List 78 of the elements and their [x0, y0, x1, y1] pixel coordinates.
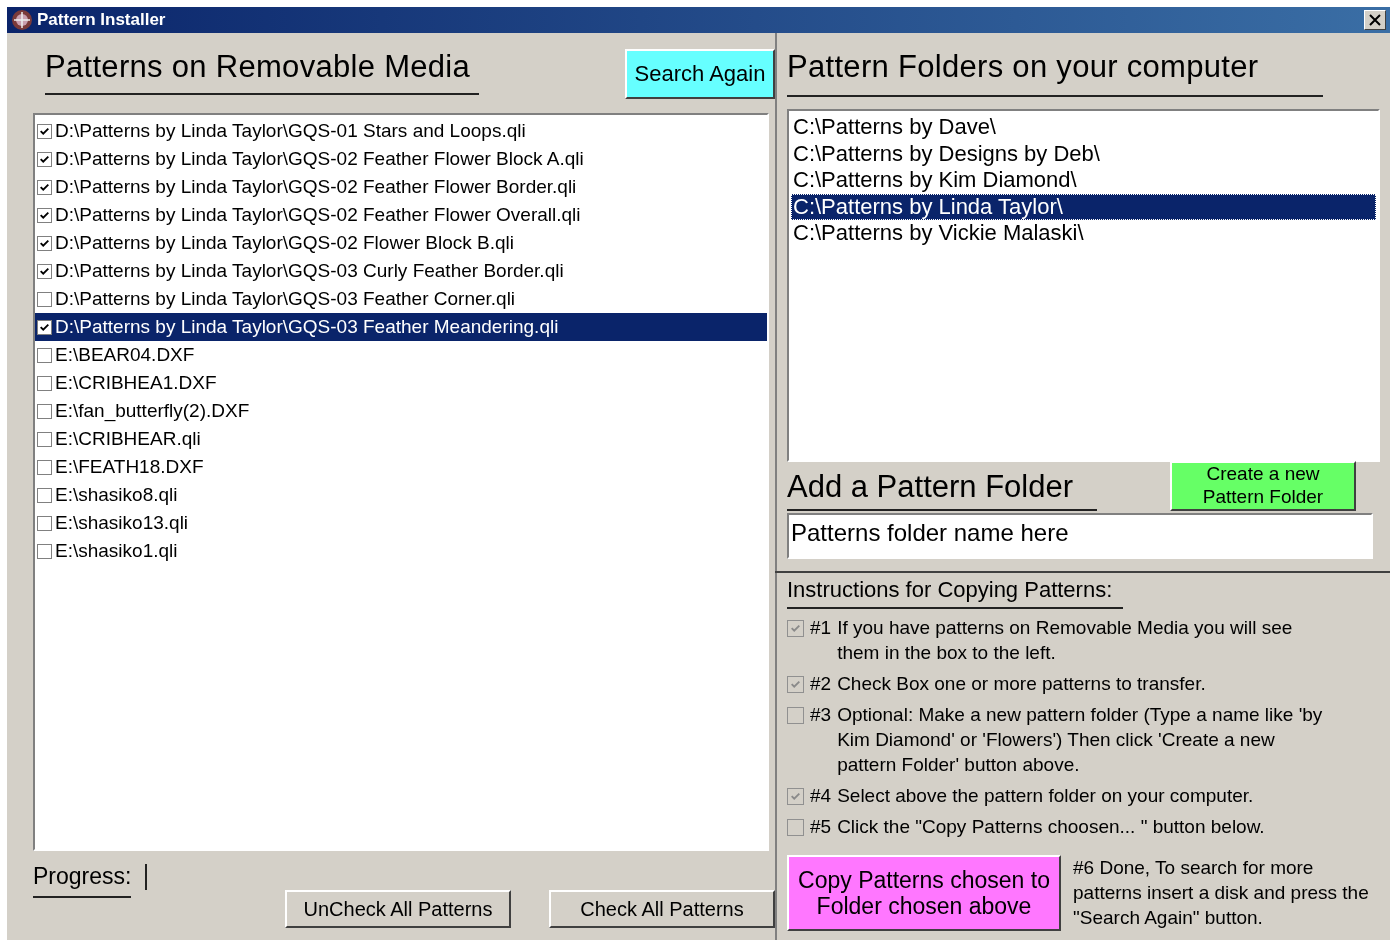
close-icon — [1369, 14, 1381, 26]
progress-label: Progress: — [33, 863, 131, 898]
pattern-file-item[interactable]: D:\Patterns by Linda Taylor\GQS-02 Feather Flower Overall.qli — [35, 201, 767, 229]
checkbox[interactable] — [37, 347, 52, 363]
checkbox[interactable] — [787, 788, 804, 805]
checkbox[interactable] — [37, 487, 52, 503]
checkbox[interactable] — [787, 707, 804, 724]
checkbox[interactable] — [37, 151, 52, 167]
check-icon — [790, 791, 801, 802]
step-number: #3 — [810, 703, 832, 727]
folder-item[interactable]: C:\Patterns by Kim Diamond\ — [791, 167, 1376, 194]
checkbox[interactable] — [37, 459, 52, 475]
section-heading: Patterns on Removable Media — [45, 49, 479, 95]
create-folder-button[interactable]: Create a new Pattern Folder — [1170, 461, 1356, 511]
action-button[interactable]: UnCheck All Patterns — [285, 890, 511, 928]
checkbox[interactable] — [37, 403, 52, 419]
app-icon — [11, 9, 33, 31]
pattern-file-item[interactable]: D:\Patterns by Linda Taylor\GQS-01 Stars and Loops.qli — [35, 117, 767, 145]
checkbox[interactable] — [37, 431, 52, 447]
checkbox[interactable] — [787, 676, 804, 693]
checkbox[interactable] — [37, 543, 52, 559]
done-text: #6 Done, To search for more patterns insert a disk and press the "Search Again" button. — [1073, 856, 1369, 930]
check-icon — [39, 237, 50, 249]
folder-item[interactable]: C:\Patterns by Dave\ — [791, 114, 1376, 141]
step-text: Select above the pattern folder on your computer. — [837, 784, 1255, 808]
check-icon — [39, 125, 50, 137]
pattern-file-item[interactable]: D:\Patterns by Linda Taylor\GQS-02 Flower Block B.qli — [35, 229, 767, 257]
pattern-file-item[interactable]: E:\shasiko1.qli — [35, 537, 767, 565]
folder-item[interactable]: C:\Patterns by Linda Taylor\ — [791, 193, 1376, 220]
pattern-file-item[interactable]: E:\shasiko13.qli — [35, 509, 767, 537]
search-again-button[interactable]: Search Again — [625, 49, 775, 99]
step-number: #1 — [810, 616, 832, 640]
checkbox[interactable] — [37, 235, 52, 251]
check-icon — [39, 153, 50, 165]
folder-name-field[interactable]: Patterns folder name here — [787, 513, 1373, 559]
checkbox[interactable] — [787, 620, 804, 637]
instructions-heading: Instructions for Copying Patterns: — [787, 577, 1123, 609]
pattern-file-item[interactable]: E:\fan_butterfly(2).DXF — [35, 397, 767, 425]
checkbox[interactable] — [787, 819, 804, 836]
pattern-file-item[interactable]: E:\FEATH18.DXF — [35, 453, 767, 481]
pattern-file-item[interactable]: D:\Patterns by Linda Taylor\GQS-03 Curly Feather Border.qli — [35, 257, 767, 285]
check-icon — [790, 679, 801, 690]
checkbox[interactable] — [37, 319, 52, 335]
pattern-file-item[interactable]: D:\Patterns by Linda Taylor\GQS-02 Feather Flower Border.qli — [35, 173, 767, 201]
check-icon — [39, 209, 50, 221]
step-text: Check Box one or more patterns to transfer. — [837, 672, 1207, 696]
pattern-file-item[interactable]: E:\CRIBHEAR.qli — [35, 425, 767, 453]
step-number: #5 — [810, 815, 832, 839]
close-button[interactable] — [1364, 10, 1386, 30]
copy-patterns-button[interactable]: Copy Patterns chosen to Folder chosen above — [787, 855, 1061, 931]
checkbox[interactable] — [37, 179, 52, 195]
step-number: #2 — [810, 672, 832, 696]
checkbox[interactable] — [37, 375, 52, 391]
step-text: If you have patterns on Removable Media you will see them in the box to the left. — [837, 616, 1294, 665]
pattern-file-item[interactable]: D:\Patterns by Linda Taylor\GQS-02 Feather Flower Block A.qli — [35, 145, 767, 173]
window-title: Pattern Installer — [37, 10, 167, 30]
pattern-file-item[interactable]: E:\shasiko8.qli — [35, 481, 767, 509]
section-heading: Pattern Folders on your computer — [787, 49, 1323, 97]
step-text: Optional: Make a new pattern folder (Type a name like 'by Kim Diamond' or 'Flowers') Then click 'Create a new pattern Folder' button above. — [837, 703, 1324, 777]
checkbox[interactable] — [37, 263, 52, 279]
checkbox[interactable] — [37, 123, 52, 139]
section-heading: Add a Pattern Folder — [787, 469, 1097, 511]
pattern-file-item[interactable]: E:\CRIBHEA1.DXF — [35, 369, 767, 397]
checkbox[interactable] — [37, 515, 52, 531]
pattern-file-item[interactable]: D:\Patterns by Linda Taylor\GQS-03 Feather Meandering.qli — [35, 313, 767, 341]
step-number: #4 — [810, 784, 832, 808]
checkbox[interactable] — [37, 291, 52, 307]
folder-item[interactable]: C:\Patterns by Vickie Malaski\ — [791, 220, 1376, 247]
folder-item[interactable]: C:\Patterns by Designs by Deb\ — [791, 140, 1376, 167]
step-text: Click the "Copy Patterns choosen... " button below. — [837, 815, 1266, 839]
action-button[interactable]: Check All Patterns — [549, 890, 775, 928]
check-icon — [39, 265, 50, 277]
checkbox[interactable] — [37, 207, 52, 223]
pattern-file-item[interactable]: D:\Patterns by Linda Taylor\GQS-03 Feather Corner.qli — [35, 285, 767, 313]
check-icon — [790, 623, 801, 634]
check-icon — [39, 181, 50, 193]
check-icon — [39, 321, 50, 333]
pattern-file-item[interactable]: E:\BEAR04.DXF — [35, 341, 767, 369]
